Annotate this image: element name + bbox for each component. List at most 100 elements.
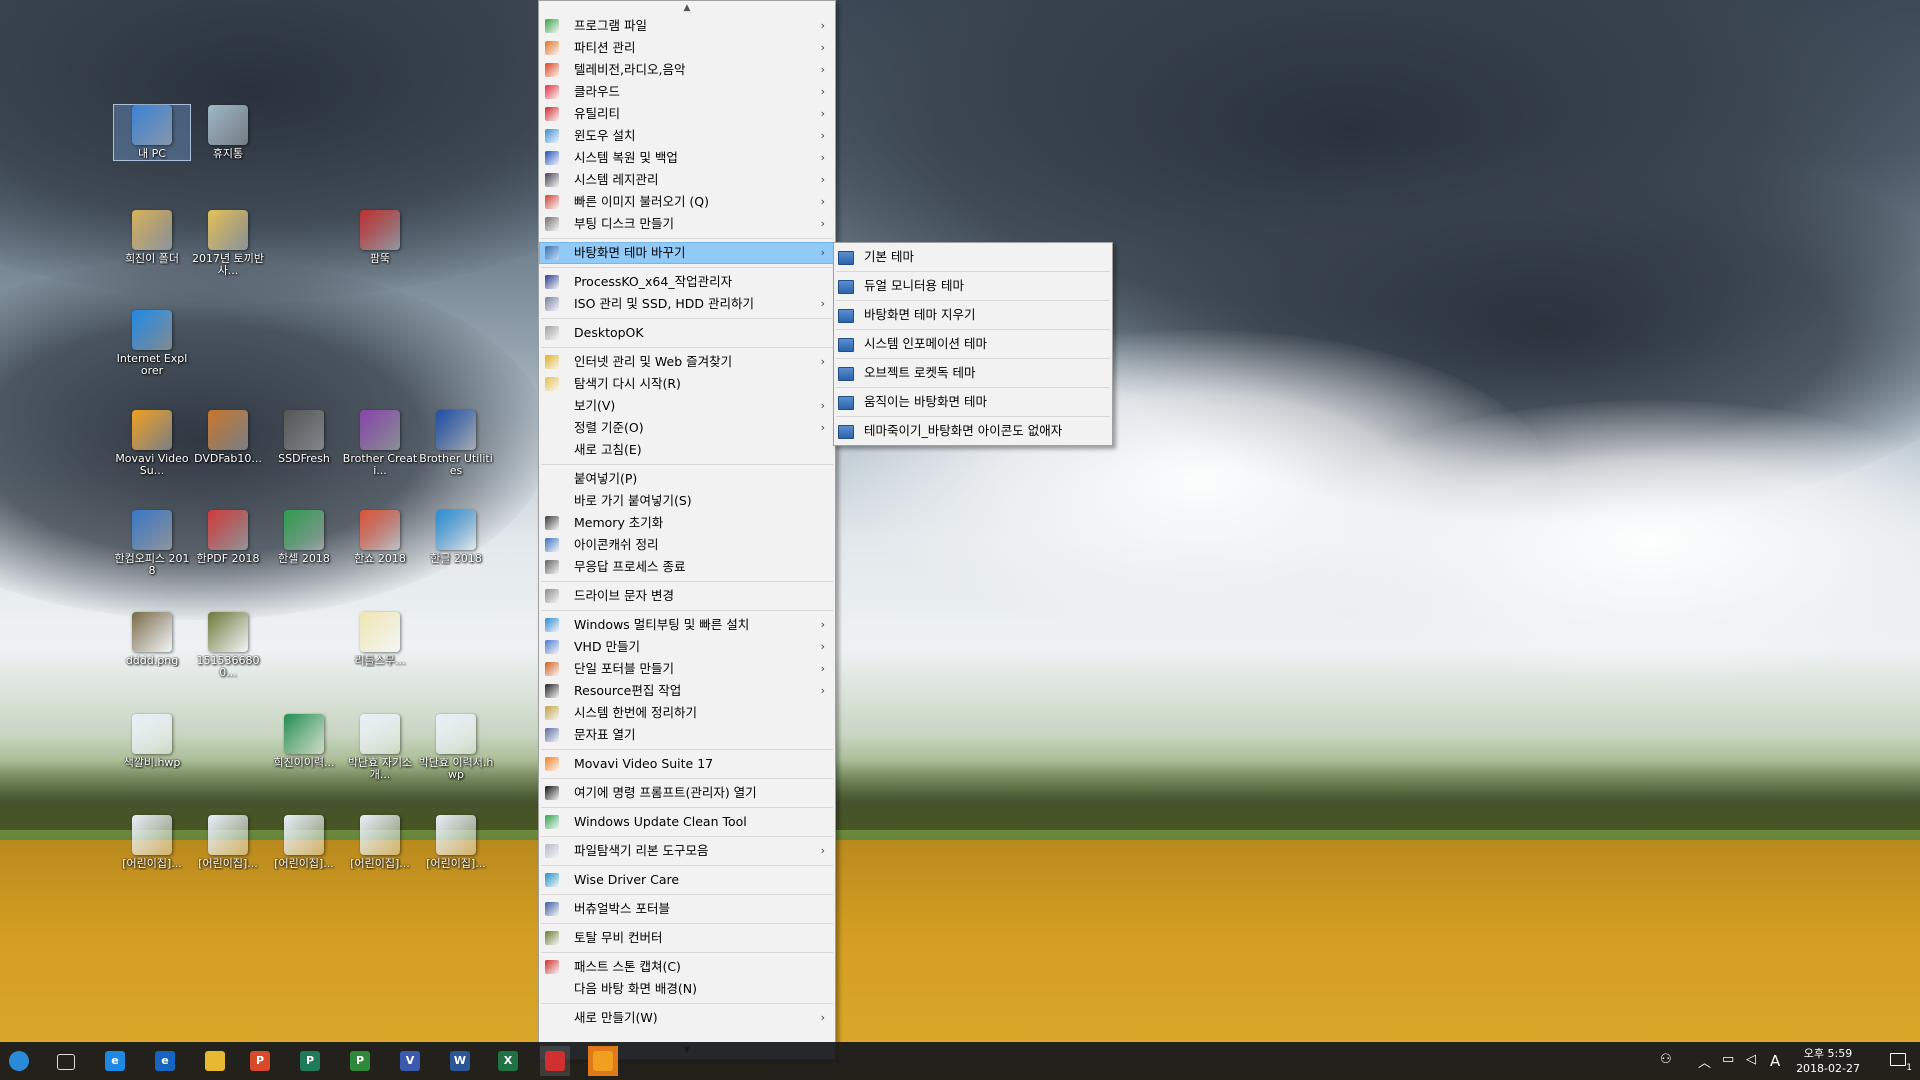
desktop-shortcut[interactable]: 팜뚝 [342, 210, 418, 265]
context-menu-item[interactable]: 클라우드 › [539, 81, 835, 103]
context-menu-item[interactable]: 파일탐색기 리본 도구모음 › [539, 840, 835, 862]
context-menu-item[interactable]: 패스트 스톤 캡쳐(C) [539, 956, 835, 978]
desktop-shortcut[interactable]: [어린이집]... [266, 815, 342, 870]
taskbar-button[interactable]: P [345, 1046, 375, 1076]
system-clock[interactable]: 오후 5:59 2018-02-27 [1796, 1046, 1860, 1076]
taskbar-button[interactable] [540, 1046, 570, 1076]
desktop-shortcut[interactable]: 박단효 자기소개... [342, 714, 418, 781]
theme-submenu-item[interactable]: 움직이는 바탕화면 테마 [834, 388, 1112, 416]
context-menu-item[interactable]: 인터넷 관리 및 Web 즐겨찾기 › [539, 351, 835, 373]
desktop-shortcut[interactable]: 2017년 토끼반 사... [190, 210, 266, 277]
desktop-shortcut[interactable]: 한PDF 2018 [190, 510, 266, 565]
context-menu-item[interactable]: 시스템 한번에 정리하기 [539, 702, 835, 724]
desktop-shortcut[interactable]: Brother Creati... [342, 410, 418, 477]
desktop-shortcut[interactable]: [어린이집]... [342, 815, 418, 870]
people-icon[interactable]: ⚇ [1660, 1052, 1672, 1067]
context-menu-item[interactable]: 윈도우 설치 › [539, 125, 835, 147]
context-menu-item[interactable]: 단일 포터블 만들기 › [539, 658, 835, 680]
taskbar-button[interactable]: V [395, 1046, 425, 1076]
context-menu-item[interactable]: ProcessKO_x64_작업관리자 [539, 271, 835, 293]
context-menu-item[interactable]: VHD 만들기 › [539, 636, 835, 658]
context-menu-item[interactable]: 붙여넣기(P) [539, 468, 835, 490]
desktop-shortcut[interactable]: 한글 2018 [418, 510, 494, 565]
theme-submenu-item[interactable]: 바탕화면 테마 지우기 [834, 301, 1112, 329]
context-menu-item[interactable]: 보기(V) › [539, 395, 835, 417]
theme-submenu-item[interactable]: 듀얼 모니터용 테마 [834, 272, 1112, 300]
desktop-shortcut[interactable]: dddd.png [114, 612, 190, 667]
desktop-shortcut[interactable]: 한셀 2018 [266, 510, 342, 565]
context-menu-item[interactable]: Wise Driver Care [539, 869, 835, 891]
context-menu-item[interactable]: 새로 만들기(W) › [539, 1007, 835, 1029]
action-center-button[interactable]: 1 [1890, 1051, 1912, 1073]
volume-icon[interactable]: ◁ [1746, 1052, 1756, 1067]
desktop-shortcut[interactable]: DVDFab10... [190, 410, 266, 465]
context-menu-item[interactable]: 아이콘캐쉬 정리 [539, 534, 835, 556]
context-menu-item[interactable]: 버츄얼박스 포터블 [539, 898, 835, 920]
context-menu-item[interactable]: 여기에 명령 프롬프트(관리자) 열기 [539, 782, 835, 804]
desktop-shortcut[interactable]: 희진이이력... [266, 714, 342, 769]
context-menu-item[interactable]: 문자표 열기 [539, 724, 835, 746]
taskbar-button[interactable]: X [493, 1046, 523, 1076]
theme-submenu-item[interactable]: 시스템 인포메이션 테마 [834, 330, 1112, 358]
desktop-shortcut[interactable]: [어린이집]... [190, 815, 266, 870]
taskbar-button[interactable] [4, 1046, 34, 1076]
theme-submenu-item[interactable]: 테마죽이기_바탕화면 아이콘도 없애자 [834, 417, 1112, 445]
context-menu-item[interactable]: 시스템 레지관리 › [539, 169, 835, 191]
menu-scroll-up-arrow[interactable]: ▲ [539, 1, 835, 15]
desktop-shortcut[interactable]: 내 PC [113, 104, 191, 161]
desktop-shortcut[interactable]: Brother Utilities [418, 410, 494, 477]
show-hidden-icons-chevron-icon[interactable]: ︿ [1698, 1052, 1711, 1071]
taskbar-button[interactable]: e [100, 1046, 130, 1076]
context-menu-item[interactable]: Resource편집 작업 › [539, 680, 835, 702]
context-menu-item[interactable]: 탐색기 다시 시작(R) [539, 373, 835, 395]
network-icon[interactable]: ▭ [1722, 1052, 1734, 1067]
context-menu-item[interactable]: 텔레비전,라디오,음악 › [539, 59, 835, 81]
context-menu-item[interactable]: Movavi Video Suite 17 [539, 753, 835, 775]
desktop-shortcut[interactable]: [어린이집]... [114, 815, 190, 870]
hanshow-icon [360, 510, 400, 550]
context-menu-item[interactable]: 빠른 이미지 불러오기 (Q) › [539, 191, 835, 213]
ime-indicator[interactable]: A [1770, 1052, 1780, 1070]
context-menu-item[interactable]: 유틸리티 › [539, 103, 835, 125]
context-menu-item[interactable]: 바로 가기 붙여넣기(S) [539, 490, 835, 512]
context-menu-item[interactable]: ISO 관리 및 SSD, HDD 관리하기 › [539, 293, 835, 315]
context-menu-item[interactable]: 무응답 프로세스 종료 [539, 556, 835, 578]
desktop-shortcut[interactable]: Internet Explorer [114, 310, 190, 377]
context-menu-item[interactable]: 부팅 디스크 만들기 › [539, 213, 835, 235]
desktop-shortcut[interactable]: 색깔비.hwp [114, 714, 190, 769]
menu-item-label: Movavi Video Suite 17 [574, 756, 714, 771]
context-menu-item[interactable]: 드라이브 문자 변경 [539, 585, 835, 607]
context-menu-item[interactable]: DesktopOK [539, 322, 835, 344]
taskbar-button[interactable]: P [245, 1046, 275, 1076]
menu-item-label: 클라우드 [574, 84, 621, 99]
context-menu-item[interactable]: 시스템 복원 및 백업 › [539, 147, 835, 169]
taskbar-button[interactable] [200, 1046, 230, 1076]
context-menu-item[interactable]: Windows 멀티부팅 및 빠른 설치 › [539, 614, 835, 636]
taskbar-button[interactable] [588, 1046, 618, 1076]
context-menu-item[interactable]: Memory 초기화 [539, 512, 835, 534]
desktop-shortcut[interactable]: Movavi Video Su... [114, 410, 190, 477]
context-menu-item[interactable]: 파티션 관리 › [539, 37, 835, 59]
desktop-shortcut[interactable]: SSDFresh [266, 410, 342, 465]
desktop-shortcut[interactable]: 한컴오피스 2018 [114, 510, 190, 577]
desktop-shortcut[interactable]: 휴지통 [190, 105, 266, 160]
context-menu-item[interactable]: Windows Update Clean Tool [539, 811, 835, 833]
desktop-shortcut[interactable]: [어린이집]... [418, 815, 494, 870]
context-menu-item[interactable]: 프로그램 파일 › [539, 15, 835, 37]
desktop-shortcut[interactable]: 한쇼 2018 [342, 510, 418, 565]
taskbar-button[interactable] [50, 1046, 80, 1076]
desktop-shortcut[interactable]: 1515366800... [190, 612, 266, 679]
taskbar-button[interactable]: P [295, 1046, 325, 1076]
context-menu-item[interactable]: 토탈 무비 컨버터 [539, 927, 835, 949]
context-menu-item[interactable]: 새로 고침(E) [539, 439, 835, 461]
desktop-shortcut[interactable]: 박단효 이력서.hwp [418, 714, 494, 781]
context-menu-item[interactable]: 다음 바탕 화면 배경(N) [539, 978, 835, 1000]
taskbar-button[interactable]: W [445, 1046, 475, 1076]
taskbar-button[interactable]: e [150, 1046, 180, 1076]
theme-submenu-item[interactable]: 오브젝트 로켓독 테마 [834, 359, 1112, 387]
desktop-shortcut[interactable]: 희진이 폴더 [114, 210, 190, 265]
desktop-shortcut[interactable]: 리틀스무... [342, 612, 418, 667]
context-menu-item[interactable]: 정렬 기준(O) › [539, 417, 835, 439]
context-menu-item[interactable]: 바탕화면 테마 바꾸기 › [539, 242, 835, 264]
theme-submenu-item[interactable]: 기본 테마 [834, 243, 1112, 271]
